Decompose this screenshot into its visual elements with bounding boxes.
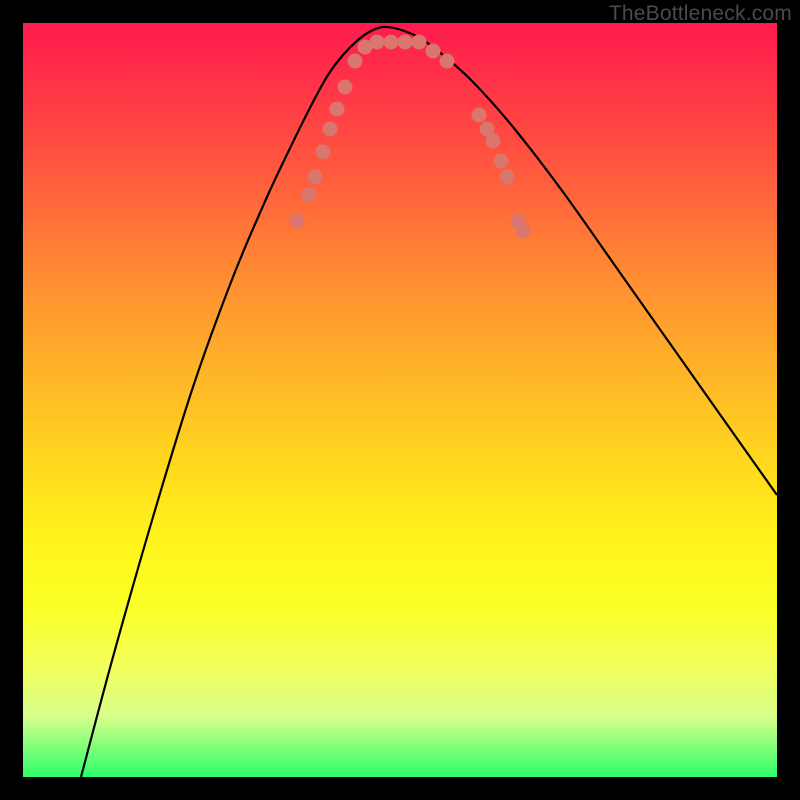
watermark-text: TheBottleneck.com: [609, 2, 792, 26]
chart-plot-area: [23, 23, 777, 777]
